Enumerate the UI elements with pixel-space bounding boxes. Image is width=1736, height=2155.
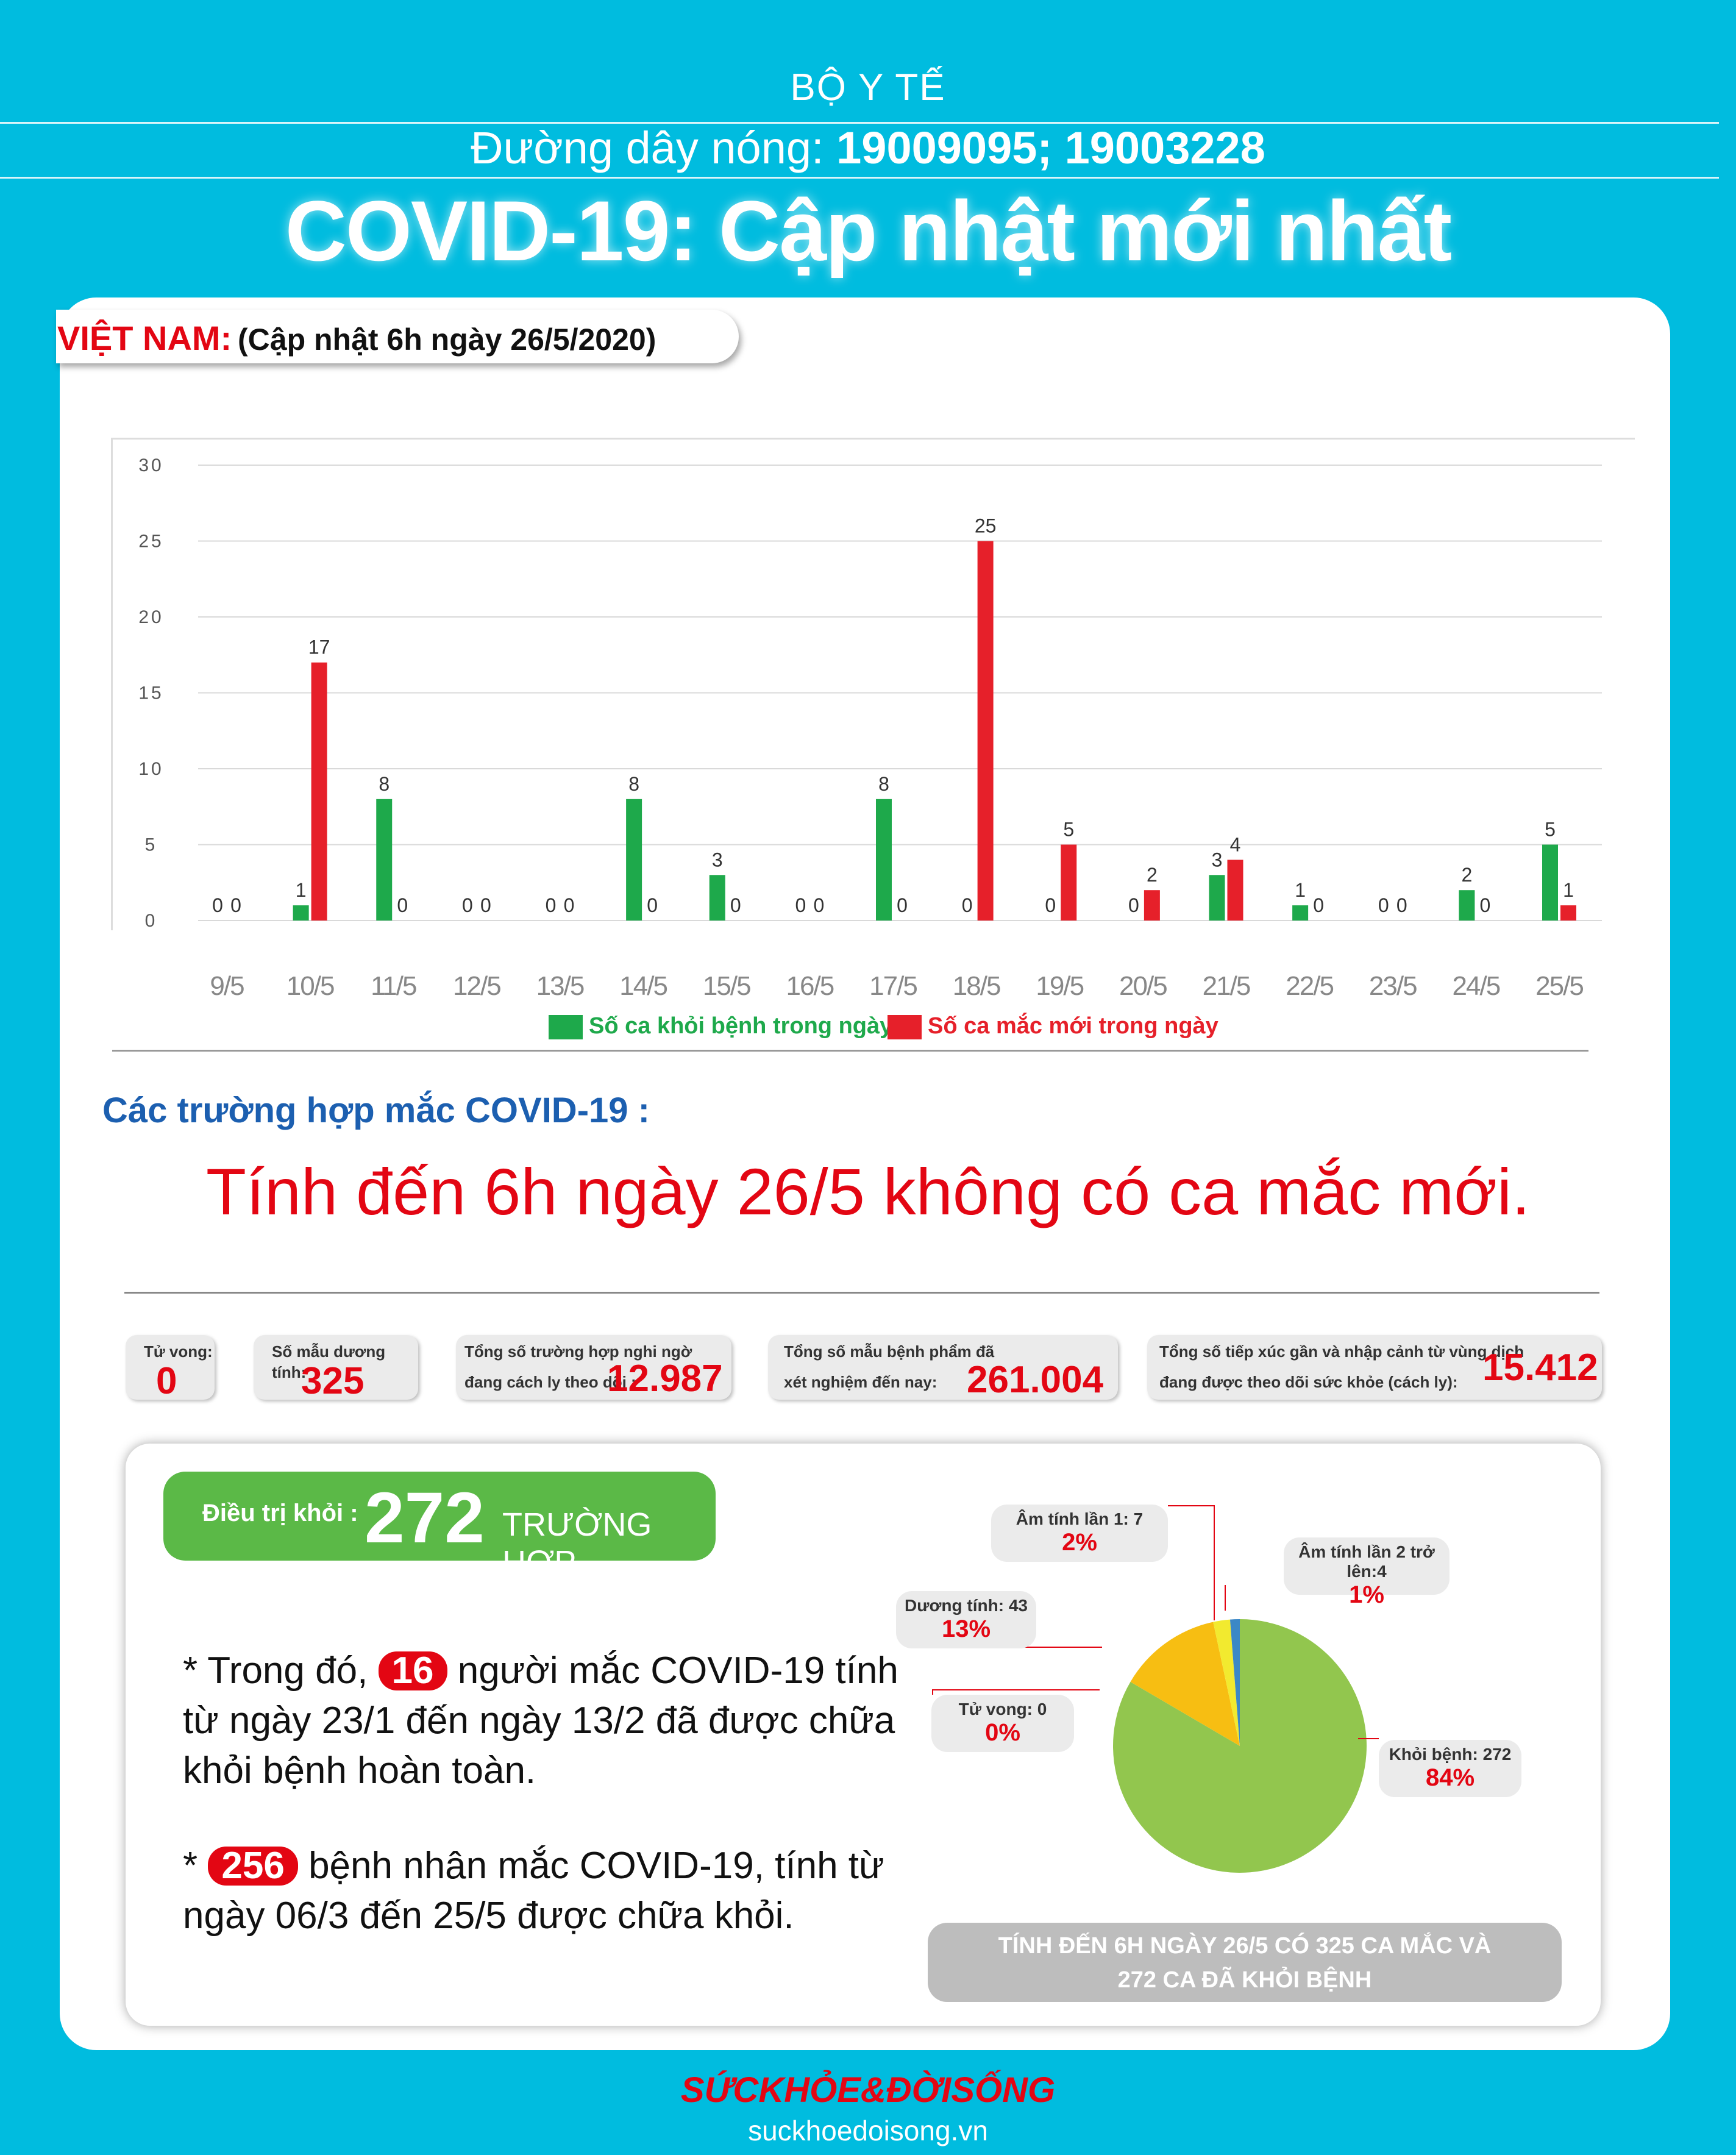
- pie-label-percent: 0%: [985, 1719, 1020, 1746]
- pie-label-negative-2: Âm tính lần 2 trở lên:4 1%: [1284, 1537, 1450, 1608]
- pie-label-percent: 84%: [1425, 1764, 1475, 1791]
- pie-label-name: Tử vong: 0: [958, 1700, 1047, 1719]
- pie-label-percent: 13%: [941, 1615, 991, 1642]
- brand-logo: SỨCKHỎE&ĐỜISỐNG: [680, 2070, 1056, 2110]
- pie-label-deaths: Tử vong: 0 0%: [931, 1695, 1074, 1752]
- summary-line: 272 CA ĐÃ KHỎI BỆNH: [1117, 1967, 1372, 1993]
- summary-line: TÍNH ĐẾN 6H NGÀY 26/5 CÓ 325 CA MẮC VÀ: [998, 1933, 1492, 1959]
- pie-label-negative-1: Âm tính lần 1: 7 2%: [991, 1505, 1168, 1562]
- pie-label-positive: Dương tính: 43 13%: [896, 1591, 1036, 1648]
- site-url: suckhoedoisong.vn: [748, 2115, 988, 2146]
- pie-label-name: Âm tính lần 1: 7: [1016, 1509, 1144, 1528]
- summary-box: TÍNH ĐẾN 6H NGÀY 26/5 CÓ 325 CA MẮC VÀ 2…: [928, 1923, 1562, 2002]
- pie-chart: [932, 1505, 1379, 1873]
- pie-label-name: Âm tính lần 2 trở lên:4: [1298, 1542, 1435, 1581]
- pie-label-name: Dương tính: 43: [905, 1596, 1028, 1615]
- pie-label-name: Khỏi bệnh: 272: [1389, 1745, 1512, 1764]
- pie-label-recovered: Khỏi bệnh: 272 84%: [1379, 1740, 1521, 1797]
- leader-line: [932, 1689, 1100, 1695]
- pie-label-percent: 1%: [1349, 1581, 1384, 1608]
- leader-line: [1168, 1505, 1215, 1620]
- pie-label-percent: 2%: [1062, 1529, 1097, 1556]
